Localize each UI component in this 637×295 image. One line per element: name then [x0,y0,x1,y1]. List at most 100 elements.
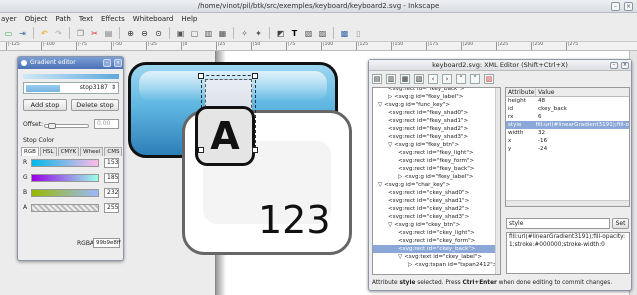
xml-tree-node[interactable]: ▷ <svg:g id="fkey_label"> [373,173,500,181]
attribute-row[interactable]: height 48 [506,97,629,105]
selection-handle[interactable] [198,73,204,79]
layers-icon[interactable]: ▨ [317,28,328,39]
xml-tree-node[interactable]: <svg:rect id="fkey_back"> [373,165,500,173]
text-icon[interactable]: T [289,28,300,39]
channel-a-input[interactable]: 255 [104,203,119,213]
attribute-value-textarea[interactable]: fill:url(#linearGradient3191);fill-opaci… [506,232,630,274]
redo-icon[interactable]: ↷ [53,28,64,39]
attribute-hscrollbar[interactable] [506,200,629,206]
delete-attribute-icon[interactable]: ▨ [484,74,494,84]
tab-wheel[interactable]: Wheel [80,147,104,156]
zoom-fit-icon[interactable]: ⊙ [153,28,164,39]
xml-tree-node[interactable]: <svg:rect id="ckey_light"> [373,229,500,237]
xml-tree-node[interactable]: <svg:rect id="fkey_shad3"> [373,133,500,141]
channel-slider[interactable] [31,159,99,167]
set-attribute-button[interactable]: Set [612,218,629,229]
close-icon[interactable]: × [114,59,122,67]
copy-icon[interactable]: ❐ [75,28,86,39]
menu-layer[interactable]: ayer [0,13,18,25]
xml-tree-node[interactable]: ▽ <svg:g id="func_key"> [373,101,500,109]
window-menu-icon[interactable] [21,60,27,66]
preferences-icon[interactable]: ▩ [339,28,350,39]
attribute-row[interactable]: x -16 [506,137,629,145]
xml-tree-node[interactable]: ▷ <svg:g id="fkey_label"> [373,93,500,101]
menu-effects[interactable]: Effects [100,13,126,25]
tab-cms[interactable]: CMS [104,147,123,156]
export-icon[interactable]: ⇥ [17,28,28,39]
xml-tree-node[interactable]: <svg:rect id="ckey_shad1"> [373,197,500,205]
xml-tree-node[interactable]: <svg:rect id="fkey_shad2"> [373,125,500,133]
attribute-table[interactable]: Attribute Value height 48 id ckey_back rx 6st… [505,87,630,207]
channel-slider[interactable] [31,174,99,182]
selection-handle[interactable] [252,73,258,79]
indent-icon[interactable]: › [442,74,452,84]
minimize-icon[interactable]: – [103,59,111,67]
xml-icon[interactable]: ▧ [303,28,314,39]
channel-slider[interactable] [31,189,99,197]
align-icon[interactable]: ▥ [203,28,214,39]
lower-node-icon[interactable]: ˅ [470,74,480,84]
channel-g-input[interactable]: 185 [104,173,119,183]
channel-b-input[interactable]: 232 [104,188,119,198]
rgba-input[interactable]: 99b9e8ff [93,238,121,248]
xml-tree-node[interactable]: <svg:rect id="fkey_shad0"> [373,109,500,117]
slider-thumb[interactable] [48,123,56,129]
new-text-node-icon[interactable]: ▥ [386,74,396,84]
open-icon[interactable]: ▭ [3,28,14,39]
zoom-in-icon[interactable]: ⊕ [125,28,136,39]
delete-stop-button[interactable]: Delete stop [71,99,119,111]
delete-node-icon[interactable]: ▧ [414,74,424,84]
attribute-row[interactable]: id ckey_back [506,105,629,113]
minimize-icon[interactable]: – [610,62,618,69]
tab-cmyk[interactable]: CMYK [57,147,80,156]
fill-stroke-icon[interactable]: ◩ [275,28,286,39]
xml-tree-node[interactable]: <svg:rect id="fkey_light"> [373,149,500,157]
xml-tree-node[interactable]: <svg:rect id="ckey_back"> [373,245,500,253]
attribute-name-input[interactable]: style [506,218,610,229]
stop-selector[interactable]: stop3187 ⇕ [23,82,119,94]
xml-tree-node[interactable]: <svg:rect id="fkey_form"> [373,157,500,165]
undo-icon[interactable]: ↶ [39,28,50,39]
node-icon[interactable]: ✧ [239,28,250,39]
transform-icon[interactable]: ✦ [253,28,264,39]
offset-slider[interactable] [44,123,89,129]
xml-tree-node[interactable]: ▽ <svg:g id="fkey_btn"> [373,141,500,149]
distribute-icon[interactable]: ▦ [217,28,228,39]
attribute-row[interactable]: style fill:url(#linearGradient3191);fill-… [506,121,629,129]
xml-tree-node[interactable]: ▽ <svg:g id="char_key"> [373,181,500,189]
group-icon[interactable]: ▣ [175,28,186,39]
selection-handle[interactable] [198,147,204,153]
attribute-row[interactable]: rx 6 [506,113,629,121]
attribute-row[interactable]: y -24 [506,145,629,153]
xml-tree-node[interactable]: ▽ <svg:text id="ckey_label"> [373,253,500,261]
xml-tree-node[interactable]: ▷ <svg:tspan id="tspan2412"> [373,261,500,269]
add-stop-button[interactable]: Add stop [23,99,67,111]
xml-tree-node[interactable]: <svg:rect id="ckey_shad0"> [373,189,500,197]
xml-editor-titlebar[interactable]: keyboard2.svg: XML Editor (Shift+Ctrl+X)… [369,60,631,71]
menu-help[interactable]: Help [180,13,198,25]
offset-input[interactable]: 0.00 [94,119,119,129]
xml-tree-node[interactable]: ▽ <svg:g id="ckey_btn"> [373,221,500,229]
minimize-button[interactable]: – [611,2,620,11]
tree-scrollbar[interactable] [495,88,500,274]
menu-whiteboard[interactable]: Whiteboard [132,13,175,25]
gradient-editor-titlebar[interactable]: Gradient editor – × [18,57,123,69]
raise-node-icon[interactable]: ˄ [456,74,466,84]
cut-icon[interactable]: ✂ [89,28,100,39]
duplicate-node-icon[interactable]: ▦ [400,74,410,84]
xml-node-tree[interactable]: <svg:rect id="fkey_back"> ▷ <svg:g id="fk… [372,87,501,275]
tab-hsl[interactable]: HSL [39,147,57,156]
zoom-out-icon[interactable]: ⊖ [139,28,150,39]
channel-r-input[interactable]: 153 [104,158,119,168]
unindent-icon[interactable]: ‹ [428,74,438,84]
paste-icon[interactable]: ▤ [103,28,114,39]
xml-tree-node[interactable]: <svg:rect id="ckey_shad2"> [373,205,500,213]
xml-tree-node[interactable]: <svg:rect id="ckey_shad3"> [373,213,500,221]
menu-object[interactable]: Object [24,13,49,25]
new-element-node-icon[interactable]: ▤ [372,74,382,84]
menu-text[interactable]: Text [78,13,94,25]
document-icon[interactable]: ▯ [353,28,364,39]
number-label[interactable]: 123 [258,198,331,242]
key-a-label[interactable]: A [195,106,255,166]
ungroup-icon[interactable]: ▢ [189,28,200,39]
